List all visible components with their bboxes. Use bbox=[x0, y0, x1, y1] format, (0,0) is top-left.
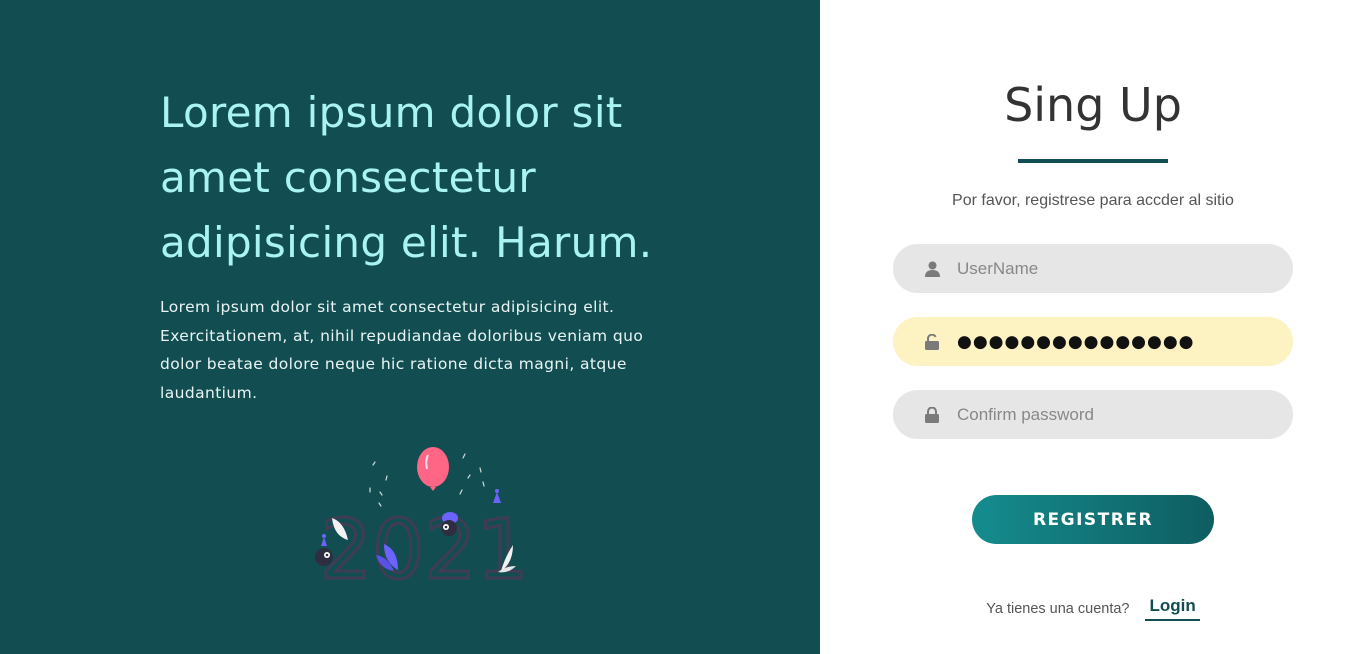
hero-title: Lorem ipsum dolor sit amet consectetur a… bbox=[160, 88, 653, 267]
username-field[interactable] bbox=[893, 244, 1293, 293]
celebration-2021-illustration: 2021 bbox=[315, 447, 530, 585]
hero-panel: Lorem ipsum dolor sit amet consectetur a… bbox=[0, 0, 820, 654]
user-icon bbox=[923, 260, 941, 278]
login-link[interactable]: Login bbox=[1145, 596, 1200, 621]
signup-panel: Sing Up Por favor, registrese para accde… bbox=[820, 0, 1366, 654]
password-input[interactable]: ●●●●●●●●●●●●●●● bbox=[957, 332, 1195, 352]
svg-text:2021: 2021 bbox=[320, 503, 529, 585]
unlock-icon bbox=[923, 333, 941, 351]
username-input[interactable] bbox=[957, 258, 1277, 279]
hero-description: Lorem ipsum dolor sit amet consectetur a… bbox=[160, 298, 644, 403]
login-row: Ya tienes una cuenta? Login bbox=[820, 596, 1366, 621]
lock-icon bbox=[923, 406, 941, 424]
password-field[interactable]: ●●●●●●●●●●●●●●● bbox=[893, 317, 1293, 366]
confirm-password-field[interactable] bbox=[893, 390, 1293, 439]
login-prompt: Ya tienes una cuenta? bbox=[986, 600, 1130, 617]
signup-title: Sing Up bbox=[1004, 78, 1182, 132]
title-underline bbox=[1018, 159, 1168, 163]
confirm-password-input[interactable] bbox=[957, 404, 1277, 425]
signup-subtitle: Por favor, registrese para accder al sit… bbox=[952, 192, 1234, 209]
register-button[interactable]: REGISTRER bbox=[972, 495, 1214, 544]
